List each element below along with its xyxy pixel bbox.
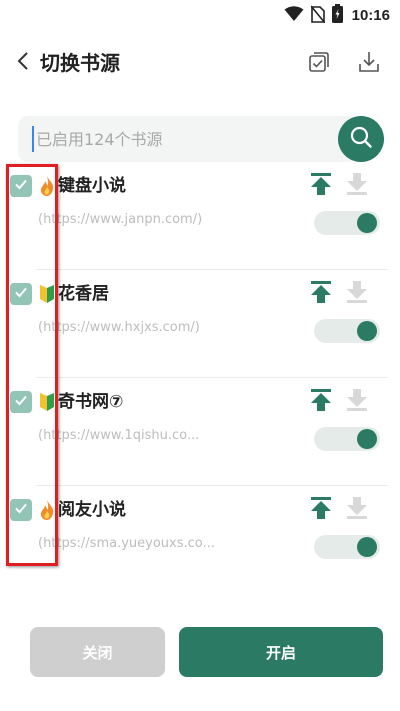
download-source-button[interactable] [345,496,369,524]
download-source-button[interactable] [345,172,369,200]
open-button[interactable]: 开启 [179,627,383,677]
source-row[interactable]: 奇书网⑦ (https://www.1qishu.co... [0,378,400,486]
download-icon [346,496,368,524]
back-icon [17,51,29,75]
move-to-top-button[interactable] [309,280,333,308]
wifi-icon [284,5,304,26]
source-row[interactable]: 花香居 (https://www.hxjxs.com/) [0,270,400,378]
move-to-top-button[interactable] [309,388,333,416]
source-url: (https://www.1qishu.co... [38,428,200,443]
source-name: 奇书网⑦ [58,392,124,412]
battery-icon [331,4,343,27]
enable-toggle[interactable] [314,427,380,451]
enable-toggle[interactable] [314,535,380,559]
no-sim-icon [310,4,326,27]
move-to-top-icon [310,280,332,308]
move-to-top-icon [310,388,332,416]
toggle-knob [357,429,377,449]
source-url: (https://sma.yueyouxs.co... [38,536,215,551]
search-row [18,116,384,162]
source-name: 花香居 [58,284,109,304]
source-url: (https://www.janpn.com/) [38,212,203,227]
download-icon [346,280,368,308]
header: 切换书源 [0,42,400,86]
move-to-top-icon [310,172,332,200]
move-to-top-button[interactable] [309,496,333,524]
download-icon [346,388,368,416]
search-button[interactable] [338,116,384,162]
source-name: 阅友小说 [58,500,126,520]
import-button[interactable] [355,50,383,78]
search-icon [349,125,373,153]
source-list: 键盘小说 (https://www.janpn.com/) 花香居 (https… [0,162,400,594]
download-icon [357,50,381,78]
back-button[interactable] [10,50,36,76]
bottom-action-bar: 关闭 开启 [0,627,400,679]
toggle-knob [357,213,377,233]
source-row[interactable]: 键盘小说 (https://www.janpn.com/) [0,162,400,270]
status-bar: 10:16 [0,0,400,28]
source-name: 键盘小说 [58,176,126,196]
search-input[interactable] [32,126,322,152]
move-to-top-button[interactable] [309,172,333,200]
status-time: 10:16 [351,7,390,24]
enable-toggle[interactable] [314,211,380,235]
download-icon [346,172,368,200]
download-source-button[interactable] [345,388,369,416]
source-url: (https://www.hxjxs.com/) [38,320,200,335]
select-all-button[interactable] [305,50,333,78]
status-icons: 10:16 [284,4,390,27]
search-box [18,116,358,162]
page-title: 切换书源 [40,51,120,75]
close-button[interactable]: 关闭 [30,627,165,677]
select-all-icon [307,50,331,78]
checkbox-highlight-box [6,164,58,566]
move-to-top-icon [310,496,332,524]
toggle-knob [357,537,377,557]
source-row[interactable]: 阅友小说 (https://sma.yueyouxs.co... [0,486,400,594]
enable-toggle[interactable] [314,319,380,343]
download-source-button[interactable] [345,280,369,308]
toggle-knob [357,321,377,341]
